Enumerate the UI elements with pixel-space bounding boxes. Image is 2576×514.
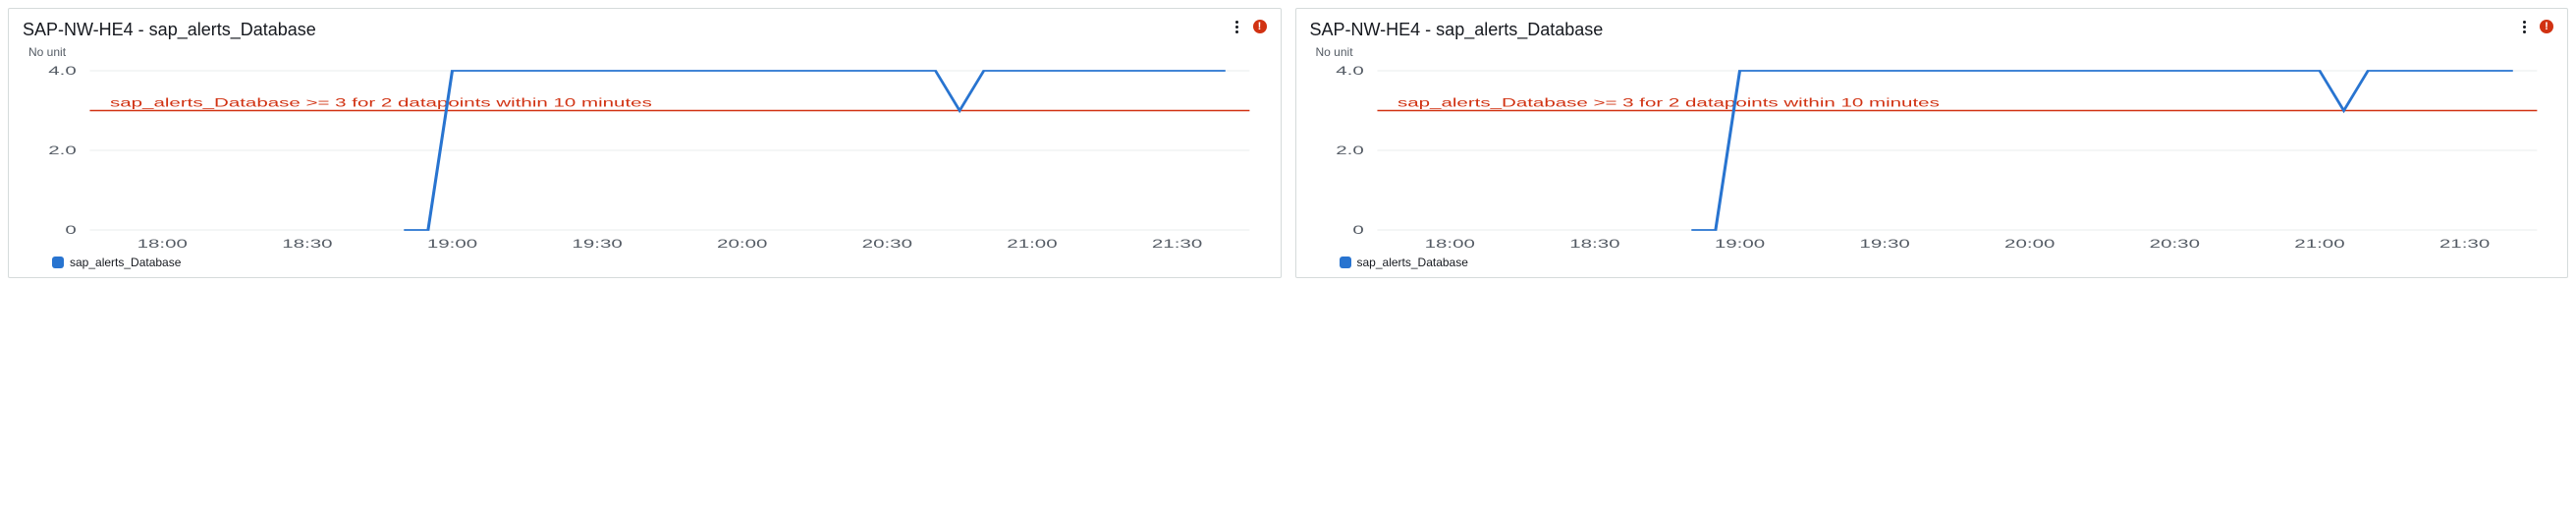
kebab-menu-icon[interactable] (1230, 19, 1245, 34)
chart-svg: 0 2.0 4.0 18:00 18:30 19:00 19:30 20:00 20:30 21:… (23, 65, 1267, 252)
svg-text:19:00: 19:00 (427, 238, 477, 252)
kebab-menu-icon[interactable] (2516, 19, 2532, 34)
legend-swatch-icon (52, 257, 64, 268)
svg-text:sap_alerts_Database >= 3 for 2: sap_alerts_Database >= 3 for 2 datapoint… (110, 96, 652, 110)
panel-actions: ! (1230, 19, 1267, 34)
chart-plot: 0 2.0 4.0 18:00 18:30 19:00 19:30 20:00 20:30 21:… (1310, 65, 2554, 252)
panel-title: SAP-NW-HE4 - sap_alerts_Database (23, 19, 316, 41)
legend-label: sap_alerts_Database (1357, 256, 1468, 269)
svg-text:20:00: 20:00 (2004, 238, 2055, 252)
svg-text:21:30: 21:30 (2439, 238, 2489, 252)
svg-text:19:00: 19:00 (1714, 238, 1764, 252)
panel-title: SAP-NW-HE4 - sap_alerts_Database (1310, 19, 1604, 41)
svg-text:20:00: 20:00 (717, 238, 767, 252)
svg-text:0: 0 (1352, 224, 1363, 238)
svg-text:19:30: 19:30 (572, 238, 622, 252)
svg-text:2.0: 2.0 (1336, 144, 1364, 158)
chart-panel: SAP-NW-HE4 - sap_alerts_Database ! No un… (1295, 8, 2569, 278)
panel-actions: ! (2516, 19, 2553, 34)
legend-swatch-icon (1340, 257, 1351, 268)
legend-label: sap_alerts_Database (70, 256, 181, 269)
svg-text:21:00: 21:00 (2294, 238, 2344, 252)
svg-text:20:30: 20:30 (2149, 238, 2199, 252)
chart-panel: SAP-NW-HE4 - sap_alerts_Database ! No un… (8, 8, 1282, 278)
svg-text:20:30: 20:30 (862, 238, 912, 252)
chart-legend: sap_alerts_Database (23, 256, 1267, 269)
chart-plot: 0 2.0 4.0 18:00 18:30 19:00 19:30 20:00 20:30 21:… (23, 65, 1267, 252)
panel-header: SAP-NW-HE4 - sap_alerts_Database ! (1310, 19, 2554, 41)
alarm-status-icon[interactable]: ! (1253, 20, 1267, 33)
svg-text:19:30: 19:30 (1859, 238, 1909, 252)
svg-text:21:00: 21:00 (1007, 238, 1057, 252)
svg-text:0: 0 (65, 224, 76, 238)
alarm-status-icon[interactable]: ! (2540, 20, 2553, 33)
chart-legend: sap_alerts_Database (1310, 256, 2554, 269)
panel-header: SAP-NW-HE4 - sap_alerts_Database ! (23, 19, 1267, 41)
svg-text:21:30: 21:30 (1152, 238, 1202, 252)
svg-text:4.0: 4.0 (1336, 65, 1364, 78)
chart-svg: 0 2.0 4.0 18:00 18:30 19:00 19:30 20:00 20:30 21:… (1310, 65, 2554, 252)
svg-text:18:00: 18:00 (137, 238, 188, 252)
unit-label: No unit (1316, 45, 2554, 59)
svg-text:18:30: 18:30 (1569, 238, 1619, 252)
svg-text:sap_alerts_Database >= 3 for 2: sap_alerts_Database >= 3 for 2 datapoint… (1397, 96, 1939, 110)
svg-text:4.0: 4.0 (48, 65, 77, 78)
unit-label: No unit (28, 45, 1267, 59)
svg-text:2.0: 2.0 (48, 144, 77, 158)
svg-text:18:30: 18:30 (282, 238, 332, 252)
svg-text:18:00: 18:00 (1424, 238, 1474, 252)
